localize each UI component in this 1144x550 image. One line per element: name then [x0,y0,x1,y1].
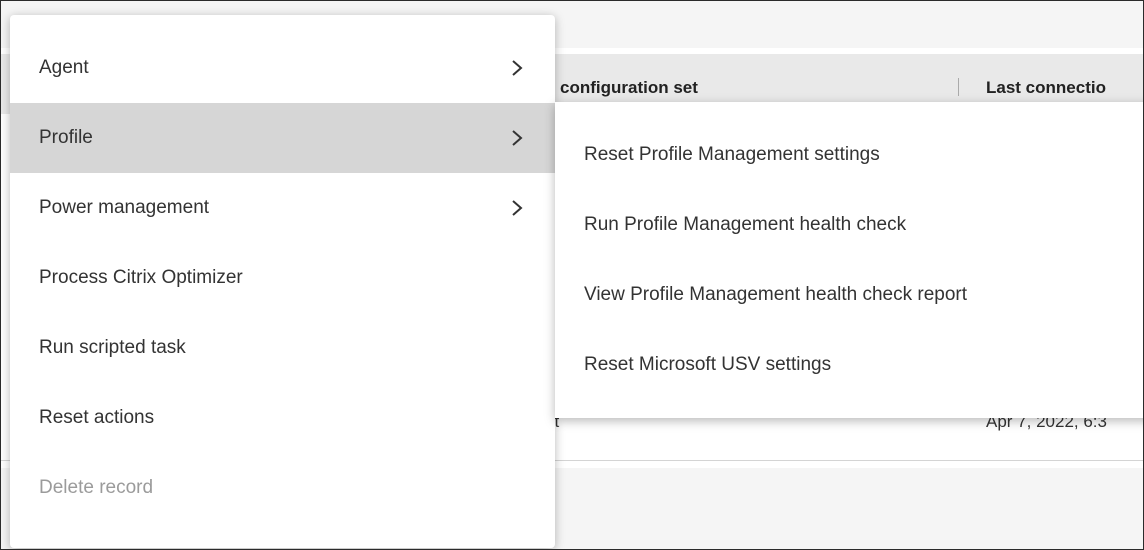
chevron-right-icon [512,130,523,146]
menu-item-reset-actions[interactable]: Reset actions [10,383,555,453]
submenu-item-reset-microsoft-usv-settings[interactable]: Reset Microsoft USV settings [555,330,1143,400]
submenu-item-run-profile-management-health-check[interactable]: Run Profile Management health check [555,190,1143,260]
profile-submenu: Reset Profile Management settings Run Pr… [555,102,1143,418]
context-menu: Agent Profile Power management Process C… [10,15,555,548]
menu-item-label: Delete record [39,477,154,498]
menu-item-label: Profile [39,127,93,148]
menu-item-power-management[interactable]: Power management [10,173,555,243]
menu-item-run-scripted-task[interactable]: Run scripted task [10,313,555,383]
column-header-last-connection[interactable]: Last connectio [986,78,1106,98]
submenu-item-label: Reset Profile Management settings [584,144,880,165]
app-frame: configuration set Last connectio st Apr … [0,0,1144,550]
menu-item-delete-record: Delete record [10,453,555,523]
menu-item-agent[interactable]: Agent [10,33,555,103]
menu-item-process-citrix-optimizer[interactable]: Process Citrix Optimizer [10,243,555,313]
submenu-item-label: Reset Microsoft USV settings [584,354,832,375]
column-header-configuration-set[interactable]: configuration set [560,78,698,98]
menu-item-profile[interactable]: Profile [10,103,555,173]
column-separator [958,78,959,96]
submenu-item-reset-profile-management-settings[interactable]: Reset Profile Management settings [555,120,1143,190]
submenu-item-label: View Profile Management health check rep… [584,284,968,305]
chevron-right-icon [512,200,523,216]
menu-item-label: Reset actions [39,407,155,428]
menu-item-label: Power management [39,197,210,218]
submenu-item-label: Run Profile Management health check [584,214,907,235]
submenu-item-view-health-check-report[interactable]: View Profile Management health check rep… [555,260,1143,330]
menu-item-label: Run scripted task [39,337,186,358]
menu-item-label: Agent [39,57,89,78]
chevron-right-icon [512,60,523,76]
menu-item-label: Process Citrix Optimizer [39,267,243,288]
